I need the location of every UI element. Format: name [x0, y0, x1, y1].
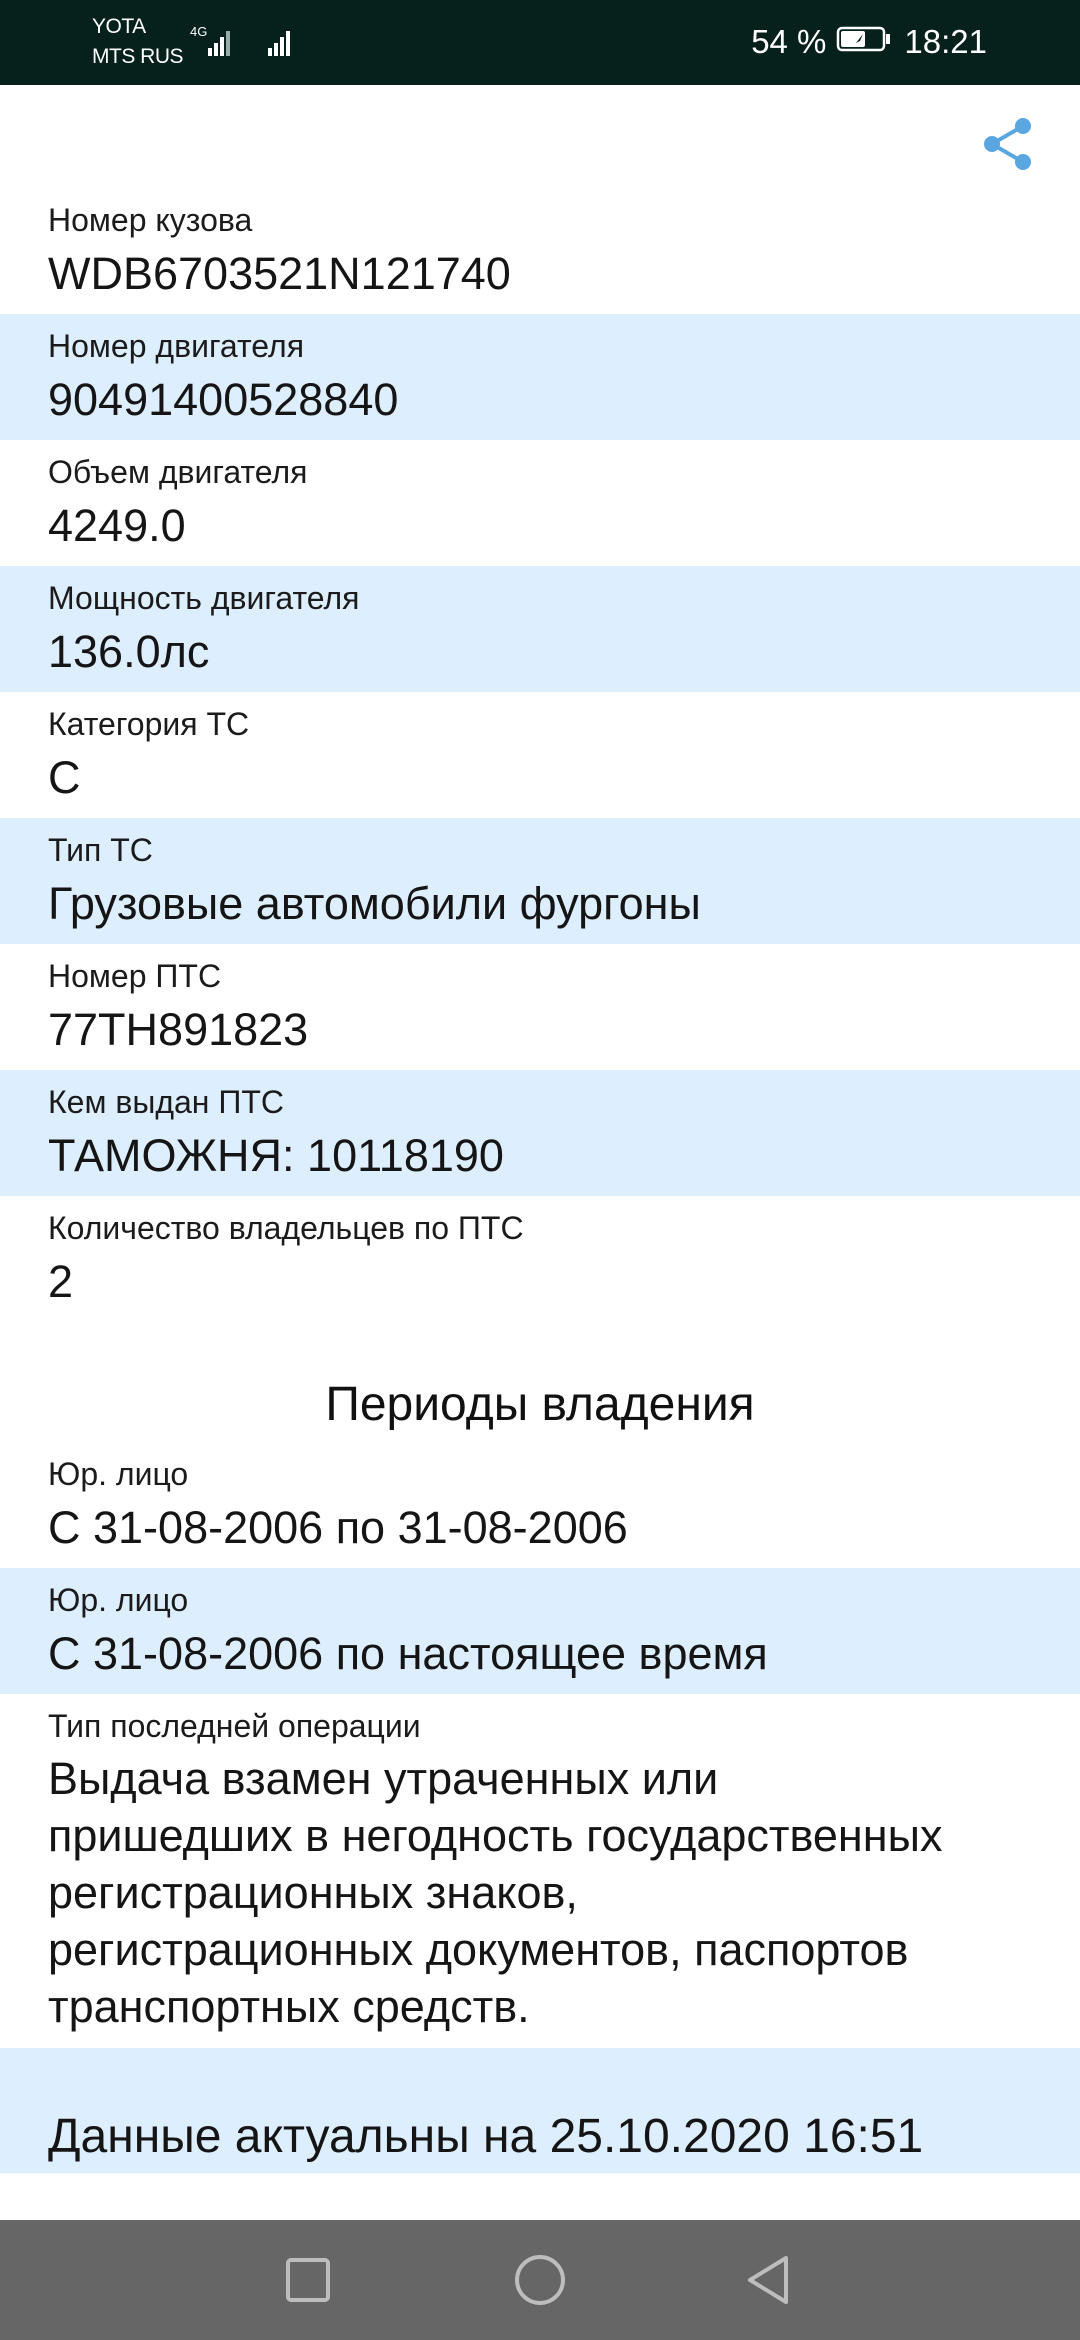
- signal-icon: [208, 31, 230, 56]
- last-operation: Тип последней операции Выдача взамен утр…: [0, 1694, 1080, 2048]
- field-value: 90491400528840: [48, 374, 399, 425]
- period-owner-type: Юр. лицо: [48, 1456, 189, 1492]
- field-pts-number: Номер ПТС 77ТН891823: [0, 944, 1080, 1070]
- last-operation-line: регистрационных знаков,: [48, 1867, 578, 1918]
- field-vehicle-type: Тип ТС Грузовые автомобили фургоны: [0, 818, 1080, 944]
- carrier-2: MTS RUS: [92, 45, 184, 68]
- carrier-1: YOTA: [92, 15, 146, 38]
- last-operation-label: Тип последней операции: [48, 1708, 421, 1744]
- field-owner-count: Количество владельцев по ПТС 2: [0, 1196, 1080, 1322]
- field-value: 136.0лс: [48, 626, 210, 677]
- field-label: Категория ТС: [48, 706, 250, 742]
- network-type-label: 4G: [190, 24, 207, 39]
- last-operation-line: пришедших в негодность государственных: [48, 1810, 943, 1861]
- status-right: 54 % 18:21: [751, 22, 987, 62]
- field-pts-issuer: Кем выдан ПТС ТАМОЖНЯ: 10118190: [0, 1070, 1080, 1196]
- period-dates: С 31-08-2006 по настоящее время: [48, 1628, 768, 1679]
- last-operation-line: транспортных средств.: [48, 1981, 530, 2032]
- home-icon: [515, 2255, 565, 2305]
- field-value: 4249.0: [48, 500, 186, 551]
- field-value: Грузовые автомобили фургоны: [48, 878, 701, 929]
- battery-percent: 54 %: [751, 23, 827, 60]
- field-engine-number: Номер двигателя 90491400528840: [0, 314, 1080, 440]
- carrier-names: YOTA MTS RUS: [92, 12, 184, 72]
- field-value: C: [48, 752, 81, 803]
- recent-apps-button[interactable]: [278, 2250, 338, 2310]
- field-label: Номер двигателя: [48, 328, 305, 364]
- recent-apps-icon: [286, 2258, 330, 2302]
- field-label: Количество владельцев по ПТС: [48, 1210, 524, 1246]
- home-button[interactable]: [510, 2250, 570, 2310]
- share-button[interactable]: [976, 112, 1040, 176]
- field-label: Тип ТС: [48, 832, 153, 868]
- clock: 18:21: [904, 23, 987, 60]
- share-icon: [984, 118, 1031, 170]
- field-engine-power: Мощность двигателя 136.0лс: [0, 566, 1080, 692]
- period-owner-type: Юр. лицо: [48, 1582, 189, 1618]
- field-vehicle-category: Категория ТС C: [0, 692, 1080, 818]
- period-dates: С 31-08-2006 по 31-08-2006: [48, 1502, 628, 1553]
- field-label: Номер кузова: [48, 202, 253, 238]
- ownership-period: Юр. лицо С 31-08-2006 по настоящее время: [0, 1568, 1080, 1694]
- field-value: 77ТН891823: [48, 1004, 309, 1055]
- last-operation-line: Выдача взамен утраченных или: [48, 1753, 719, 1804]
- signal-icons: 4G: [190, 22, 300, 62]
- field-value: 2: [48, 1256, 74, 1307]
- field-value: ТАМОЖНЯ: 10118190: [48, 1130, 504, 1181]
- status-bar: YOTA MTS RUS 4G 54 % 18:21: [0, 0, 1080, 85]
- field-label: Номер ПТС: [48, 958, 222, 994]
- field-engine-volume: Объем двигателя 4249.0: [0, 440, 1080, 566]
- data-actual-text: Данные актуальны на 25.10.2020 16:51: [48, 2110, 924, 2163]
- back-button[interactable]: [738, 2250, 798, 2310]
- back-icon: [748, 2256, 788, 2304]
- field-body-number: Номер кузова WDB6703521N121740: [0, 188, 1080, 314]
- field-label: Объем двигателя: [48, 454, 308, 490]
- ownership-section-title: Периоды владения: [325, 1378, 755, 1431]
- field-label: Кем выдан ПТС: [48, 1084, 285, 1120]
- system-nav-bar: [0, 2220, 1080, 2340]
- field-label: Мощность двигателя: [48, 580, 360, 616]
- data-actual-banner: Данные актуальны на 25.10.2020 16:51: [0, 2048, 1080, 2173]
- battery-icon: [836, 22, 892, 62]
- last-operation-value: Выдача взамен утраченных или пришедших в…: [48, 1750, 1048, 2035]
- field-value: WDB6703521N121740: [48, 248, 511, 299]
- ownership-period: Юр. лицо С 31-08-2006 по 31-08-2006: [0, 1442, 1080, 1568]
- signal-icon: [268, 31, 290, 56]
- last-operation-line: регистрационных документов, паспортов: [48, 1924, 909, 1975]
